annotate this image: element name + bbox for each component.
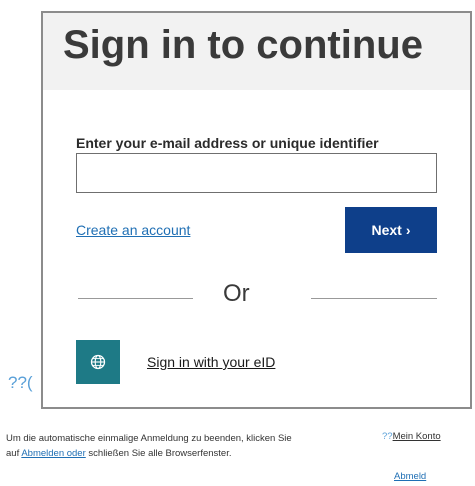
card-header: Sign in to continue bbox=[43, 13, 470, 90]
my-account-link[interactable]: Mein Konto bbox=[393, 431, 441, 442]
my-account: ??Mein Konto bbox=[382, 431, 441, 442]
logout-link-short[interactable]: Abmeld bbox=[394, 471, 426, 482]
logout-link[interactable]: Abmelden oder bbox=[21, 448, 85, 459]
page-title: Sign in to continue bbox=[63, 23, 423, 67]
next-button[interactable]: Next › bbox=[345, 207, 437, 253]
globe-icon[interactable] bbox=[76, 340, 120, 384]
sign-in-card: Sign in to continue Enter your e-mail ad… bbox=[41, 11, 472, 409]
garbled-text: ??( bbox=[8, 373, 33, 392]
divider-right bbox=[311, 298, 437, 299]
email-field-label: Enter your e-mail address or unique iden… bbox=[76, 135, 379, 151]
eid-sign-in-row[interactable]: Sign in with your eID bbox=[76, 340, 275, 384]
next-button-label: Next bbox=[371, 222, 402, 238]
create-account-link[interactable]: Create an account bbox=[76, 222, 190, 238]
garbled-prefix: ?? bbox=[382, 431, 393, 442]
or-separator: Or bbox=[223, 280, 250, 307]
footer-text-after: schließen Sie alle Browserfenster. bbox=[85, 448, 232, 459]
logout-instructions: Um die automatische einmalige Anmeldung … bbox=[6, 431, 306, 461]
eid-sign-in-link[interactable]: Sign in with your eID bbox=[147, 354, 275, 370]
chevron-right-icon: › bbox=[405, 222, 411, 238]
email-field[interactable] bbox=[76, 153, 437, 193]
divider-left bbox=[78, 298, 193, 299]
